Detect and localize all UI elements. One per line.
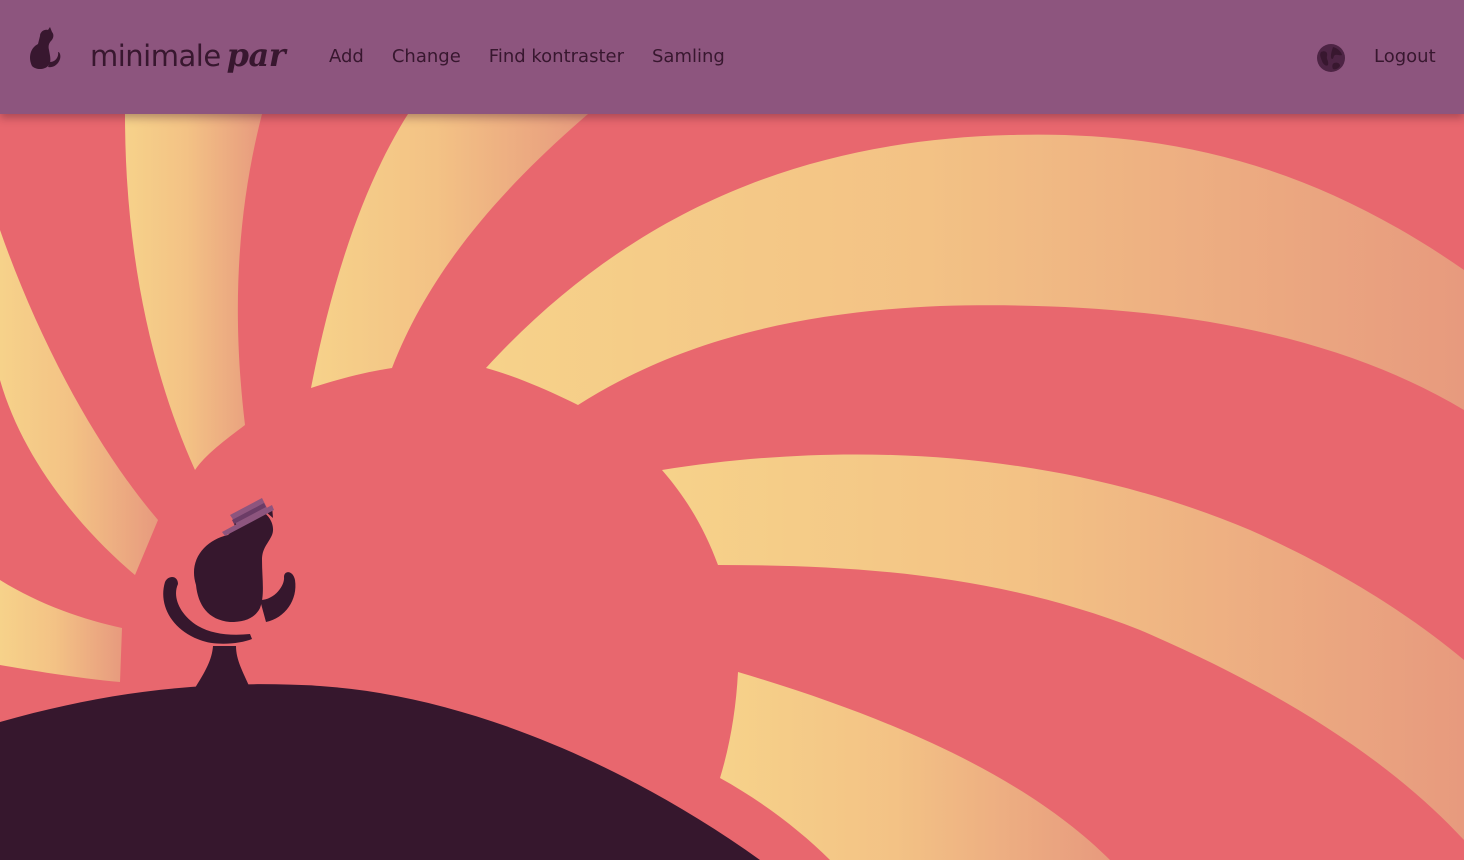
cat-icon[interactable]	[26, 26, 66, 72]
nav-link-samling[interactable]: Samling	[652, 46, 725, 67]
top-navbar: minimale par Add Change Find kontraster S…	[0, 0, 1464, 114]
nav-link-add[interactable]: Add	[329, 46, 364, 67]
nav-link-change[interactable]: Change	[392, 46, 461, 67]
hero-illustration	[0, 0, 1464, 860]
logout-link[interactable]: Logout	[1374, 46, 1436, 67]
brand-logo-text[interactable]: minimale par	[90, 36, 286, 74]
globe-icon[interactable]	[1316, 43, 1346, 73]
nav-link-find-kontraster[interactable]: Find kontraster	[489, 46, 624, 67]
brand-name-part2: par	[226, 36, 286, 74]
brand-name-part1: minimale	[90, 39, 221, 73]
main-nav: Add Change Find kontraster Samling	[329, 46, 725, 67]
